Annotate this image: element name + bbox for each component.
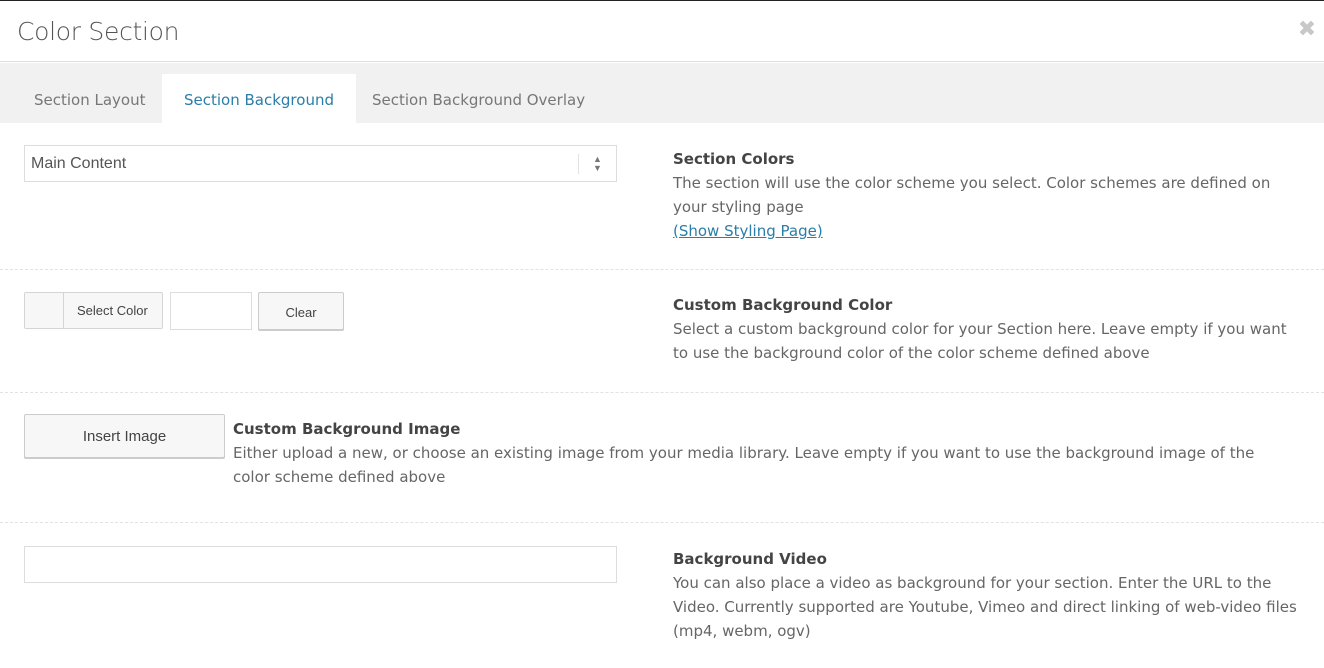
insert-image-button[interactable]: Insert Image (24, 414, 225, 458)
tab-section-layout[interactable]: Section Layout (12, 74, 168, 123)
color-hex-input[interactable] (170, 292, 252, 330)
clear-button[interactable]: Clear (258, 292, 344, 330)
tab-section-background-overlay[interactable]: Section Background Overlay (350, 74, 607, 123)
background-video-url-input[interactable] (24, 546, 617, 583)
background-video-row: Background Video You can also place a vi… (0, 523, 1324, 668)
background-video-description: Background Video You can also place a vi… (673, 547, 1303, 643)
section-colors-description: Section Colors The section will use the … (673, 147, 1303, 243)
custom-background-image-row: Insert Image Custom Background Image Eit… (0, 393, 1324, 523)
custom-background-color-description: Custom Background Color Select a custom … (673, 293, 1303, 365)
background-video-title: Background Video (673, 550, 827, 568)
custom-background-image-description: Custom Background Image Either upload a … (233, 417, 1263, 489)
color-scheme-select-value: Main Content (31, 155, 127, 172)
section-colors-title: Section Colors (673, 150, 795, 168)
color-swatch (25, 293, 64, 328)
color-scheme-select[interactable]: Main Content ▲ ▼ (24, 145, 617, 182)
select-arrows-icon: ▲ ▼ (578, 154, 616, 174)
tab-section-background[interactable]: Section Background (162, 74, 356, 123)
modal-title: Color Section (17, 17, 180, 46)
select-color-button[interactable]: Select Color (24, 292, 163, 329)
close-icon[interactable]: ✖ (1296, 19, 1318, 41)
show-styling-page-link[interactable]: (Show Styling Page) (673, 222, 823, 240)
tabs-bar: Section Layout Section Background Sectio… (0, 63, 1324, 123)
background-video-text: You can also place a video as background… (673, 574, 1297, 640)
custom-background-image-text: Either upload a new, or choose an existi… (233, 444, 1255, 486)
custom-background-color-row: Select Color Clear Custom Background Col… (0, 270, 1324, 393)
select-color-label: Select Color (77, 303, 148, 318)
section-colors-row: Main Content ▲ ▼ Section Colors The secti… (0, 123, 1324, 270)
custom-background-color-title: Custom Background Color (673, 296, 893, 314)
custom-background-image-title: Custom Background Image (233, 420, 461, 438)
modal-header: Color Section ✖ (0, 0, 1324, 62)
section-colors-text: The section will use the color scheme yo… (673, 174, 1271, 216)
custom-background-color-text: Select a custom background color for you… (673, 320, 1287, 362)
